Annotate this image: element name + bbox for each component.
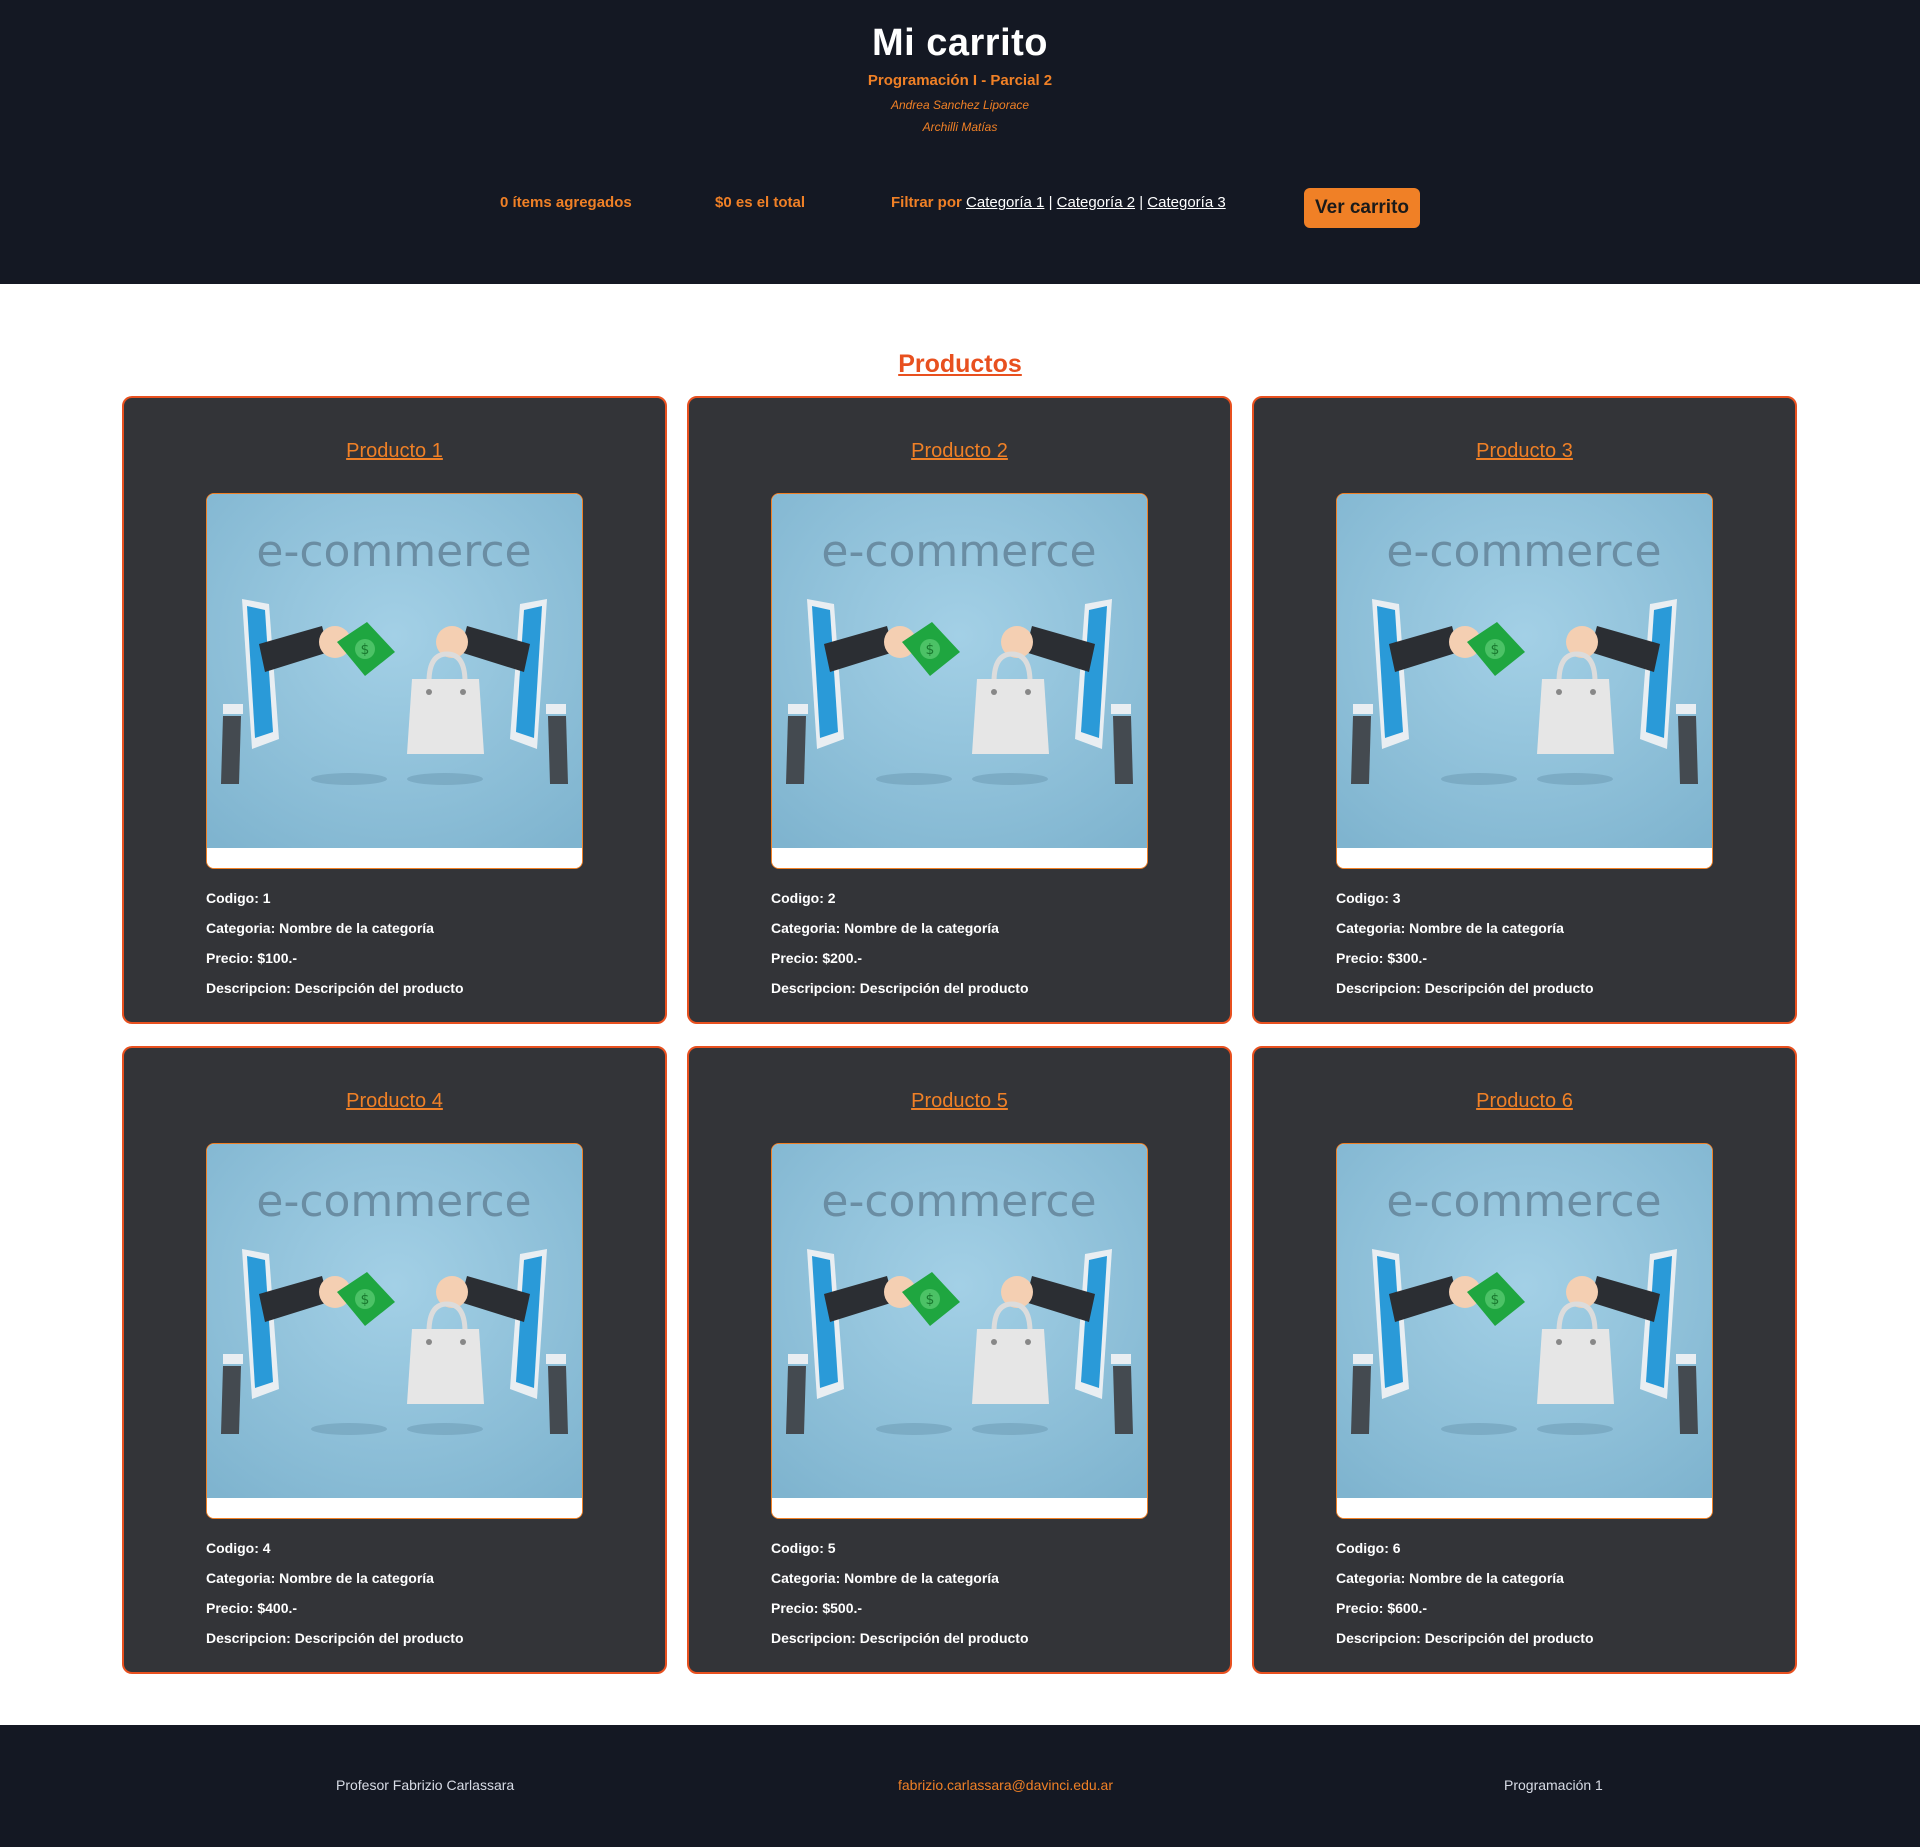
product-image: e-commerce $ (771, 493, 1148, 869)
ecommerce-illustration-icon: e-commerce $ (1337, 494, 1712, 868)
image-caption: e-commerce (256, 1176, 531, 1227)
site-footer: Profesor Fabrizio Carlassara fabrizio.ca… (0, 1725, 1920, 1847)
svg-text:$: $ (361, 642, 370, 658)
product-price: Precio: $200.- (771, 950, 863, 966)
product-code: Codigo: 1 (206, 890, 271, 906)
product-price: Precio: $400.- (206, 1600, 298, 1616)
product-price: Precio: $100.- (206, 950, 298, 966)
site-header: Mi carrito Programación I - Parcial 2 An… (0, 0, 1920, 284)
ecommerce-illustration-icon: e-commerce $ (1337, 1144, 1712, 1518)
product-description: Descripcion: Descripción del producto (206, 1630, 464, 1646)
product-card: Producto 1 e-commerce $ Codigo: 1 Catego… (122, 396, 667, 1024)
product-category: Categoria: Nombre de la categoría (206, 920, 434, 936)
product-code: Codigo: 5 (771, 1540, 836, 1556)
product-description: Descripcion: Descripción del producto (771, 980, 1029, 996)
product-category: Categoria: Nombre de la categoría (206, 1570, 434, 1586)
product-title-link[interactable]: Producto 2 (689, 440, 1230, 463)
product-code: Codigo: 2 (771, 890, 836, 906)
product-category: Categoria: Nombre de la categoría (771, 920, 999, 936)
site-subtitle: Programación I - Parcial 2 (867, 72, 1053, 89)
product-price: Precio: $600.- (1336, 1600, 1428, 1616)
product-image: e-commerce $ (771, 1143, 1148, 1519)
product-card: Producto 5 e-commerce $ Codigo: 5 Catego… (687, 1046, 1232, 1674)
product-price: Precio: $300.- (1336, 950, 1428, 966)
ecommerce-illustration-icon: e-commerce $ (207, 494, 582, 868)
filter-label: Filtrar por (891, 194, 962, 211)
author-name: Andrea Sanchez Liporace (890, 98, 1030, 112)
product-image: e-commerce $ (1336, 493, 1713, 869)
ecommerce-illustration-icon: e-commerce $ (772, 1144, 1147, 1518)
image-caption: e-commerce (821, 526, 1096, 577)
cart-bar: 0 ítems agregados $0 es el total Filtrar… (0, 188, 1920, 228)
image-caption: e-commerce (1386, 526, 1661, 577)
filter-link-category-1[interactable]: Categoría 1 (966, 194, 1044, 211)
product-category: Categoria: Nombre de la categoría (1336, 1570, 1564, 1586)
svg-text:$: $ (361, 1292, 370, 1308)
product-title-link[interactable]: Producto 5 (689, 1090, 1230, 1113)
svg-text:$: $ (926, 642, 935, 658)
filter-separator: | (1139, 194, 1144, 211)
footer-course: Programación 1 (1504, 1777, 1603, 1793)
filter-separator: | (1048, 194, 1053, 211)
author-name: Archilli Matías (922, 120, 998, 134)
product-card: Producto 3 e-commerce $ Codigo: 3 Catego… (1252, 396, 1797, 1024)
image-caption: e-commerce (256, 526, 531, 577)
svg-text:$: $ (1491, 1292, 1500, 1308)
svg-text:$: $ (926, 1292, 935, 1308)
product-code: Codigo: 6 (1336, 1540, 1401, 1556)
view-cart-button[interactable]: Ver carrito (1304, 188, 1420, 228)
footer-email-link[interactable]: fabrizio.carlassara@davinci.edu.ar (898, 1777, 1113, 1793)
product-category: Categoria: Nombre de la categoría (1336, 920, 1564, 936)
site-title: Mi carrito (871, 22, 1049, 64)
product-image: e-commerce $ (206, 1143, 583, 1519)
product-title-link[interactable]: Producto 3 (1254, 440, 1795, 463)
product-description: Descripcion: Descripción del producto (1336, 1630, 1594, 1646)
cart-total: $0 es el total (715, 194, 806, 211)
product-description: Descripcion: Descripción del producto (771, 1630, 1029, 1646)
ecommerce-illustration-icon: e-commerce $ (772, 494, 1147, 868)
product-code: Codigo: 3 (1336, 890, 1401, 906)
product-description: Descripcion: Descripción del producto (206, 980, 464, 996)
filter-link-category-3[interactable]: Categoría 3 (1147, 194, 1225, 211)
product-image: e-commerce $ (206, 493, 583, 869)
product-card: Producto 6 e-commerce $ Codigo: 6 Catego… (1252, 1046, 1797, 1674)
product-description: Descripcion: Descripción del producto (1336, 980, 1594, 996)
filter-link-category-2[interactable]: Categoría 2 (1057, 194, 1135, 211)
ecommerce-illustration-icon: e-commerce $ (207, 1144, 582, 1518)
product-code: Codigo: 4 (206, 1540, 271, 1556)
product-card: Producto 2 e-commerce $ Codigo: 2 Catego… (687, 396, 1232, 1024)
products-section-title: Productos (898, 350, 1022, 378)
image-caption: e-commerce (821, 1176, 1096, 1227)
footer-professor: Profesor Fabrizio Carlassara (336, 1777, 515, 1793)
product-image: e-commerce $ (1336, 1143, 1713, 1519)
product-title-link[interactable]: Producto 1 (124, 440, 665, 463)
product-price: Precio: $500.- (771, 1600, 863, 1616)
product-category: Categoria: Nombre de la categoría (771, 1570, 999, 1586)
product-title-link[interactable]: Producto 4 (124, 1090, 665, 1113)
image-caption: e-commerce (1386, 1176, 1661, 1227)
items-count: 0 ítems agregados (500, 194, 632, 211)
product-title-link[interactable]: Producto 6 (1254, 1090, 1795, 1113)
category-filter: Filtrar por Categoría 1 | Categoría 2 | … (891, 194, 1226, 211)
svg-text:$: $ (1491, 642, 1500, 658)
product-card: Producto 4 e-commerce $ Codigo: 4 Catego… (122, 1046, 667, 1674)
